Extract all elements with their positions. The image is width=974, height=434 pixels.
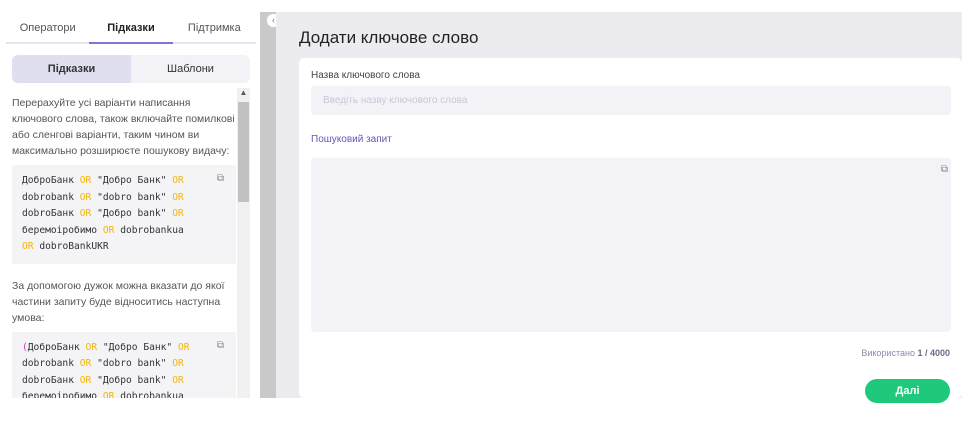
hints-scrollbar[interactable]: ▲: [237, 88, 250, 398]
query-label: Пошуковий запит: [311, 134, 392, 145]
page-title: Додати ключове слово: [299, 28, 479, 47]
code-token: "Добро Банк": [91, 175, 173, 186]
operator-token: OR: [79, 208, 92, 219]
copy-icon[interactable]: ⧉: [217, 171, 224, 188]
operator-token: OR: [85, 341, 98, 353]
code-token: "Добро Банк": [97, 341, 178, 353]
keyword-form: Назва ключового слова Пошуковий запит ⧉ …: [299, 58, 962, 403]
panel-tabs: Оператори Підказки Підтримка: [6, 12, 256, 44]
keyword-name-input[interactable]: [311, 86, 951, 115]
usage-count: 1 / 4000: [917, 348, 950, 358]
operator-token: OR: [172, 191, 184, 203]
operator-token: OR: [79, 175, 92, 186]
operator-token: OR: [172, 358, 184, 369]
code-token: "dobro bank": [91, 358, 173, 369]
code-token: "Добро bank": [91, 374, 173, 386]
code-token: dobroBankUKR: [33, 241, 109, 252]
subtabs: Підказки Шаблони: [12, 55, 250, 83]
copy-icon[interactable]: ⧉: [217, 338, 224, 355]
tab-operators[interactable]: Оператори: [6, 12, 89, 42]
code-example-2: ⧉ (ДоброБанк OR "Добро Банк" OR dobrobank…: [12, 331, 236, 398]
operator-token: OR: [79, 358, 92, 369]
code-line: беремоiробимо OR dobrobankua: [22, 389, 226, 398]
operator-token: OR: [172, 175, 184, 186]
name-label: Назва ключового слова: [311, 70, 420, 81]
scrollbar-thumb[interactable]: [238, 102, 249, 202]
code-token: ДоброБанк: [27, 341, 86, 353]
scroll-up-icon[interactable]: ▲: [237, 88, 250, 100]
operator-token: OR: [22, 241, 34, 252]
operator-token: OR: [172, 374, 184, 386]
code-line: dobrobank OR "dobro bank" OR: [22, 190, 226, 207]
code-token: "Добро bank": [91, 208, 173, 219]
operator-token: OR: [102, 224, 115, 236]
code-token: dobroБанк: [22, 374, 80, 386]
code-line: беремоiробимо OR dobrobankua: [22, 223, 226, 240]
operator-token: OR: [102, 391, 115, 398]
hint-text-1: Перерахуйте усі варіанти написання ключо…: [12, 97, 235, 157]
hints-content: Перерахуйте усі варіанти написання ключо…: [12, 95, 236, 398]
code-line: (ДоброБанк OR "Добро Банк" OR: [22, 340, 226, 357]
code-line: dobroБанк OR "Добро bank" OR: [22, 373, 226, 390]
code-token: ДоброБанк: [22, 175, 80, 186]
hints-panel: Оператори Підказки Підтримка Підказки Ша…: [0, 12, 258, 398]
usage-label: Використано: [861, 348, 915, 358]
code-example-1: ⧉ ДоброБанк OR "Добро Банк" OR dobrobank …: [12, 165, 236, 264]
code-token: беремоiробимо: [22, 224, 103, 236]
operator-token: OR: [79, 374, 92, 386]
usage-counter: Використано 1 / 4000: [861, 348, 950, 358]
subtab-templates[interactable]: Шаблони: [131, 55, 250, 83]
next-button[interactable]: Далі: [865, 379, 950, 403]
code-token: dobroБанк: [22, 208, 80, 219]
code-line: dobrobank OR "dobro bank" OR: [22, 356, 226, 373]
hint-text-2: За допомогою дужок можна вказати до якої…: [12, 279, 225, 324]
tab-support[interactable]: Підтримка: [173, 12, 256, 42]
subtab-hints[interactable]: Підказки: [12, 55, 131, 83]
code-line: OR dobroBankUKR: [22, 239, 226, 256]
code-line: dobroБанк OR "Добро bank" OR: [22, 206, 226, 223]
copy-icon[interactable]: ⧉: [941, 164, 948, 175]
code-line: ДоброБанк OR "Добро Банк" OR: [22, 173, 226, 190]
operator-token: OR: [177, 341, 190, 353]
operator-token: OR: [172, 208, 184, 219]
code-token: dobrobankua: [114, 391, 184, 398]
code-token: беремоiробимо: [22, 391, 103, 398]
operator-token: OR: [79, 191, 92, 203]
tab-hints[interactable]: Підказки: [89, 12, 173, 44]
main-area: Додати ключове слово Назва ключового сло…: [276, 12, 962, 403]
code-token: dobrobank: [22, 358, 80, 369]
search-query-textarea[interactable]: [311, 158, 951, 332]
code-token: dobrobankua: [114, 224, 184, 236]
code-token: dobrobank: [22, 191, 80, 203]
panel-divider[interactable]: [260, 12, 276, 398]
code-token: "dobro bank": [91, 191, 173, 203]
